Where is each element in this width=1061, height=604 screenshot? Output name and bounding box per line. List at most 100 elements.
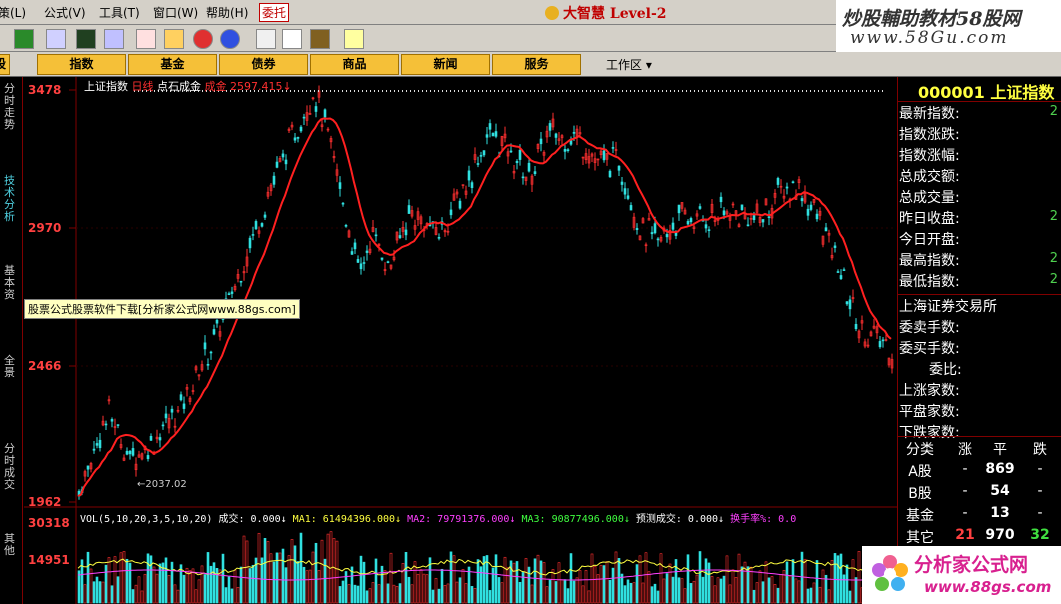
quote-row: 最高指数: [899,250,960,270]
flag-icon[interactable] [14,29,34,49]
breadth-header-cell: 分类 [906,442,934,458]
tab-bond[interactable]: 债券 [219,54,308,75]
tab-fund[interactable]: 基金 [128,54,217,75]
menu-policy[interactable]: 策(L) [0,4,26,21]
vtab-intraday[interactable]: 分时走势 [4,83,18,131]
candle-body [698,206,702,209]
candle-body [314,106,318,112]
candle-body [302,116,306,119]
volume-bar [440,568,444,604]
menu-help[interactable]: 帮助(H) [206,4,248,21]
ad-banner[interactable]: 股票公式股票软件下载[分析家公式网www.88gs.com] [24,299,300,319]
watermark-url: www.58Gu.com [850,28,1009,48]
alert-icon[interactable] [136,29,156,49]
volume-bar [302,566,306,604]
candle-body [488,123,492,130]
books-icon[interactable] [310,29,330,49]
volume-bar [284,567,288,604]
volume-bar [809,587,813,604]
volume-bar [701,576,705,604]
menu-tools[interactable]: 工具(T) [99,4,140,21]
window-icon[interactable] [282,29,302,49]
vtab-technical[interactable]: 技术分析 [4,175,18,223]
divider [898,436,1061,437]
volume-header: VOL(5,10,20,3,5,10,20) 成交: 0.000↓ MA1: 6… [80,510,796,525]
help-pointer-icon[interactable] [344,29,364,49]
volume-bar [776,587,780,604]
pen-icon[interactable] [104,29,124,49]
candle-body [230,291,234,294]
volume-bar [527,566,531,604]
volume-bar [722,575,726,604]
divider [898,101,1061,102]
volume-bar [602,565,606,604]
info-icon[interactable] [220,29,240,49]
workarea-menu[interactable]: 工作区 ▾ [606,56,652,73]
volume-bar [374,558,378,604]
volume-bar [359,555,363,604]
candle-body [437,237,441,239]
tab-service[interactable]: 服务 [492,54,581,75]
chart-period[interactable]: 日线 [132,80,154,93]
vtab-ticks[interactable]: 分时成交 [4,443,18,491]
candle-body [671,222,675,230]
menu-formula[interactable]: 公式(V) [44,4,86,21]
vtab-fundamental[interactable]: 基本资 [4,265,18,301]
candle-body [386,261,390,263]
candle-body [275,161,279,168]
tab-news[interactable]: 新闻 [401,54,490,75]
tab-stocks[interactable]: 股 [0,54,10,75]
volume-bar [449,551,453,604]
volume-bar [431,589,435,604]
volume-bar [338,586,342,604]
candle-body [296,137,300,139]
order-row: 平盘家数: [899,404,960,420]
candle-body [182,403,186,409]
bars-icon[interactable] [46,29,66,49]
candle-body [356,259,360,263]
print-icon[interactable] [256,29,276,49]
chart-header: 上证指数 日线 点石成金 成金 2597.415↓ [84,78,292,94]
menu-trade[interactable]: 委托 [259,3,290,22]
quote-row: 昨日收盘: [899,208,960,228]
candle-body [572,132,576,134]
volume-bar [515,561,519,604]
volume-bar [533,558,537,604]
volume-bar [719,578,723,604]
tab-index[interactable]: 指数 [37,54,126,75]
volume-bar [182,574,186,604]
breadth-cell: A股 [908,464,932,480]
binoculars-icon[interactable] [76,29,96,49]
quote-panel: 000001 上证指数 最新指数: 2 指数涨跌: 指数涨幅: 总成交额: 总成交量: 昨日… [897,77,1061,604]
volume-bar [224,587,228,604]
kline-chart[interactable]: 上证指数 日线 点石成金 成金 2597.415↓ 3478 2970 2466… [24,77,897,604]
candle-body [281,153,285,158]
watermark-58gu: 炒股輔助教材58股网 www.58Gu.com [836,0,1061,52]
watermark-88gs: 分析家公式网 www.88gs.com [862,546,1061,604]
order-row: 上涨家数: [899,383,960,399]
candle-body [353,242,357,250]
f10-icon[interactable] [193,29,213,49]
breadth-cell: 32 [1030,527,1050,543]
candle-body [341,202,345,205]
candle-body [374,234,378,237]
quote-row: 指数涨跌: [899,124,960,144]
tab-commodity[interactable]: 商品 [310,54,399,75]
volume-bar [293,545,297,604]
volume-bar [635,564,639,604]
vtab-panorama[interactable]: 全景 [4,355,18,379]
security-name: 上证指数 [990,83,1055,102]
vtab-other[interactable]: 其他 [4,533,18,557]
volume-bar [299,532,303,604]
candle-body [704,224,708,229]
candle-body [881,339,885,342]
diamond-icon[interactable] [164,29,184,49]
volume-bar [746,566,750,604]
menu-window[interactable]: 窗口(W) [153,4,198,21]
volume-bar [572,580,576,604]
workarea-label: 工作区 [606,58,643,72]
candle-body [164,413,168,419]
breadth-cell: - [1037,461,1043,477]
volume-bar [263,538,267,604]
candle-body [479,155,483,157]
